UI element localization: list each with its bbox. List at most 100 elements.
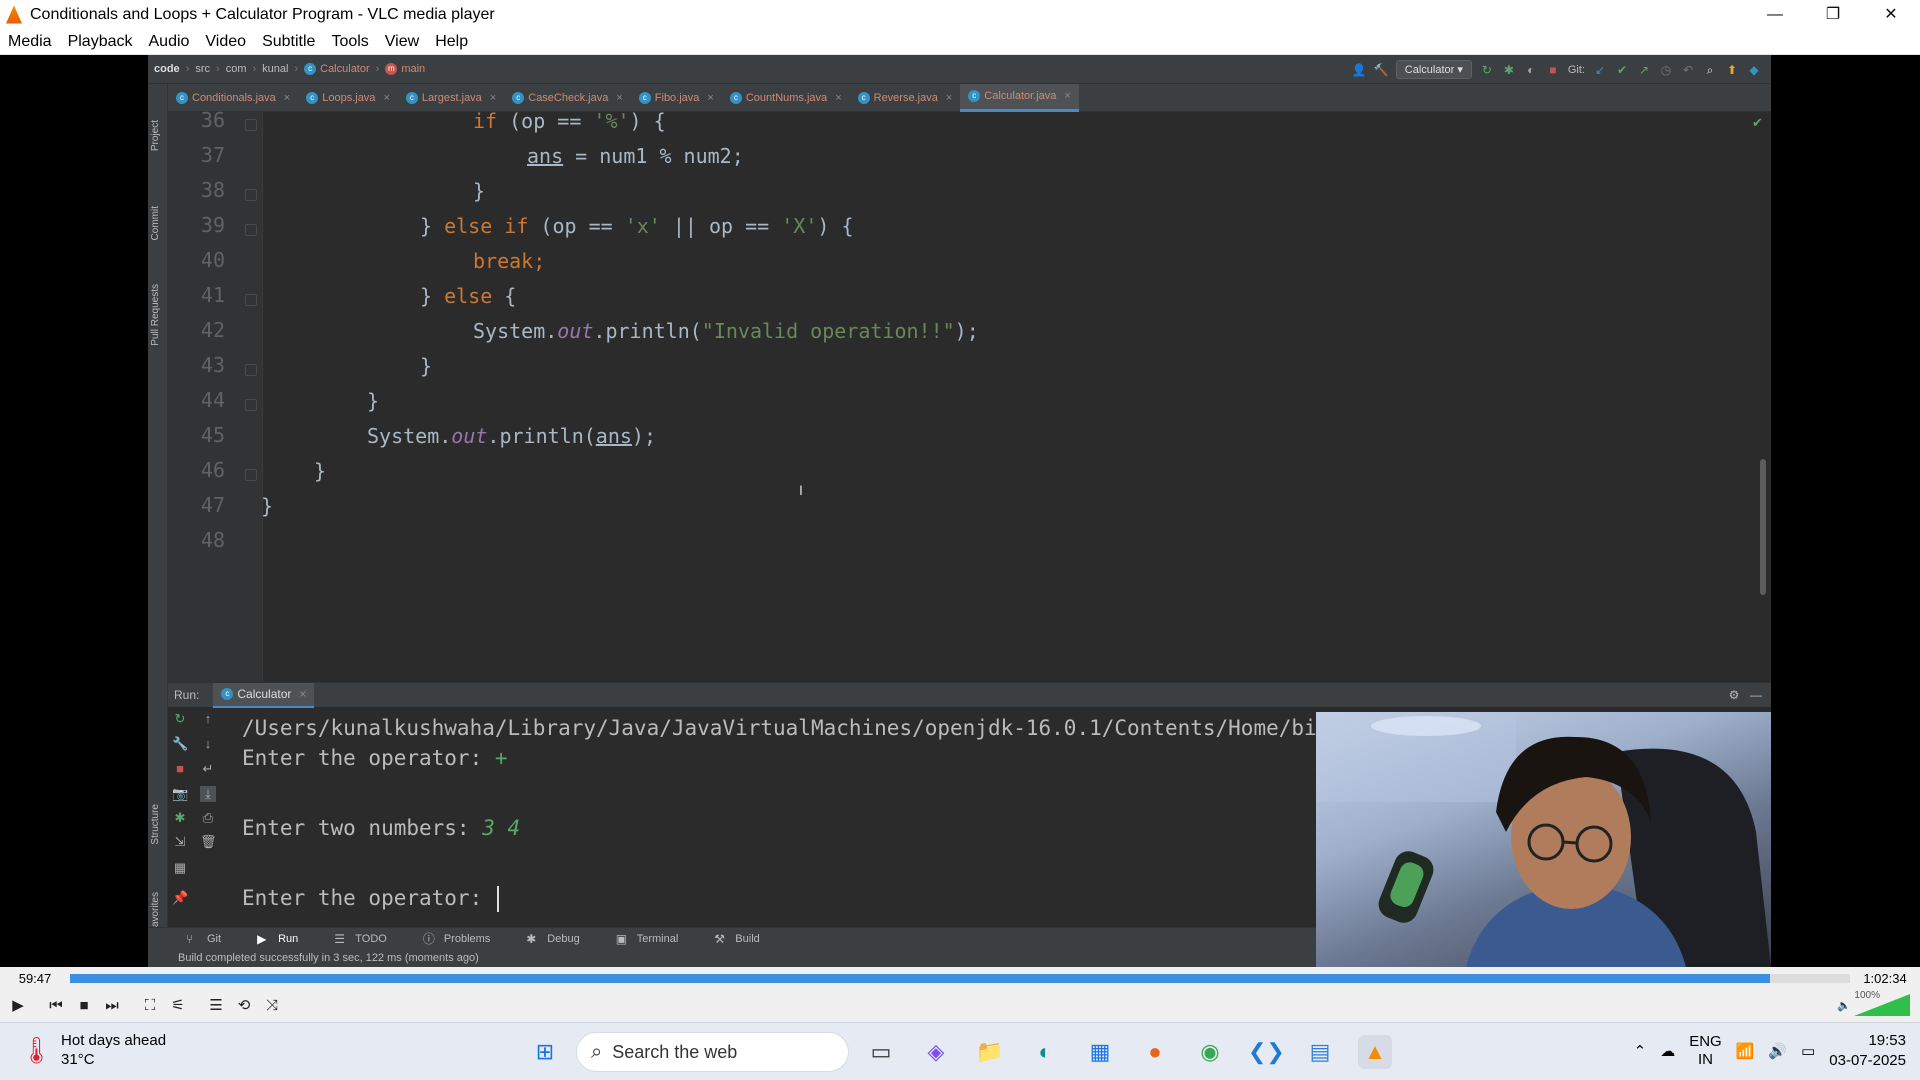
debug-icon[interactable]: ✱ xyxy=(172,810,188,826)
next-button[interactable]: ⏭ xyxy=(100,994,124,1018)
menu-media[interactable]: Media xyxy=(0,33,60,51)
exit-icon[interactable]: ⇲ xyxy=(172,834,188,850)
close-icon[interactable]: × xyxy=(835,92,841,104)
soft-wrap-icon[interactable]: ↵ xyxy=(200,761,216,777)
scroll-to-end-icon[interactable]: ⤓ xyxy=(200,786,216,802)
vlc-taskbar-icon[interactable]: ▲ xyxy=(1358,1035,1392,1069)
breadcrumb-main[interactable]: m main xyxy=(379,63,431,75)
trash-icon[interactable]: 🗑 xyxy=(200,834,217,850)
taskbar-search[interactable]: ⌕ Search the web xyxy=(576,1032,849,1072)
close-icon[interactable]: × xyxy=(946,92,952,104)
tab-calculator[interactable]: c Calculator.java × xyxy=(960,83,1079,112)
code-editor[interactable]: if (op == '%') { ans = num1 % num2; } } … xyxy=(261,109,1771,682)
maximize-button[interactable]: ❐ xyxy=(1804,0,1862,29)
git-update-icon[interactable]: ↙ xyxy=(1593,63,1607,77)
breadcrumb-code[interactable]: code xyxy=(148,63,186,75)
seek-bar[interactable] xyxy=(70,973,1850,983)
breadcrumb-com[interactable]: com xyxy=(220,63,253,75)
tool-git[interactable]: ⑂ Git xyxy=(168,932,239,946)
search-icon[interactable]: ⌕ xyxy=(1703,63,1717,77)
pin-icon[interactable]: 📌 xyxy=(172,890,188,906)
volume-control[interactable]: 🔈 100% xyxy=(1837,990,1910,1016)
user-icon[interactable]: 👤 xyxy=(1352,63,1367,77)
settings-gear-icon[interactable]: ⚙ xyxy=(1727,688,1741,702)
extended-settings-button[interactable]: ⚟ xyxy=(166,994,190,1018)
cloud-icon[interactable]: ☁ xyxy=(1660,1042,1675,1060)
tool-todo[interactable]: ☰ TODO xyxy=(316,932,405,946)
tab-loops[interactable]: c Loops.java × xyxy=(298,84,398,112)
start-button[interactable]: ⊞ xyxy=(528,1035,562,1069)
tool-debug[interactable]: ✱ Debug xyxy=(508,932,597,946)
playlist-button[interactable]: ☰ xyxy=(204,994,228,1018)
fold-marker[interactable] xyxy=(245,364,257,376)
chrome-icon[interactable]: ◉ xyxy=(1193,1035,1227,1069)
breadcrumb-kunal[interactable]: kunal xyxy=(256,63,294,75)
tab-reverse[interactable]: c Reverse.java × xyxy=(850,84,961,112)
run-config-select[interactable]: Calculator ▾ xyxy=(1395,60,1472,79)
menu-view[interactable]: View xyxy=(377,33,427,51)
run-tab-calculator[interactable]: c Calculator × xyxy=(213,682,315,708)
rerun-icon[interactable]: ↻ xyxy=(172,711,188,727)
fold-marker[interactable] xyxy=(245,294,257,306)
fold-marker[interactable] xyxy=(245,399,257,411)
git-push-icon[interactable]: ↗ xyxy=(1637,63,1651,77)
close-icon[interactable]: × xyxy=(299,687,306,701)
weather-widget[interactable]: 🌡 Hot days ahead 31°C xyxy=(20,1031,166,1069)
plugin-icon[interactable]: ◆ xyxy=(1747,63,1761,77)
menu-subtitle[interactable]: Subtitle xyxy=(254,33,323,51)
structure-tool-button[interactable]: Structure xyxy=(150,804,161,845)
previous-button[interactable]: ⏮ xyxy=(44,994,68,1018)
tool-terminal[interactable]: ▣ Terminal xyxy=(598,932,697,946)
minimize-button[interactable]: — xyxy=(1746,0,1804,29)
wrench-icon[interactable]: 🔧 xyxy=(172,736,188,752)
project-tool-button[interactable]: Project xyxy=(150,120,161,151)
stop-button[interactable]: ■ xyxy=(72,994,96,1018)
wifi-icon[interactable]: 📶 xyxy=(1736,1042,1755,1060)
rollback-icon[interactable]: ↶ xyxy=(1681,63,1695,77)
vscode-icon[interactable]: ❮❯ xyxy=(1248,1035,1285,1069)
close-icon[interactable]: × xyxy=(1064,90,1070,102)
tab-conditionals[interactable]: c Conditionals.java × xyxy=(168,84,298,112)
firefox-icon[interactable]: ● xyxy=(1138,1035,1172,1069)
git-commit-icon[interactable]: ✔ xyxy=(1615,63,1629,77)
history-icon[interactable]: ◷ xyxy=(1659,63,1673,77)
up-arrow-icon[interactable]: ↑ xyxy=(200,711,216,726)
tool-problems[interactable]: ⓘ Problems xyxy=(405,932,508,946)
stop-icon[interactable]: ■ xyxy=(1546,63,1560,77)
battery-icon[interactable]: ▭ xyxy=(1801,1042,1815,1060)
fold-marker[interactable] xyxy=(245,189,257,201)
menu-help[interactable]: Help xyxy=(427,33,476,51)
camera-icon[interactable]: 📷 xyxy=(172,786,188,802)
close-button[interactable]: ✕ xyxy=(1862,0,1920,29)
hammer-icon[interactable]: 🔨 xyxy=(1374,63,1389,77)
print-icon[interactable]: ⎙ xyxy=(200,810,216,826)
debug-icon[interactable]: ✱ xyxy=(1502,63,1516,77)
copilot-icon[interactable]: ◈ xyxy=(919,1035,953,1069)
fullscreen-button[interactable]: ⛶ xyxy=(138,994,162,1018)
app-icon[interactable]: ▤ xyxy=(1303,1035,1337,1069)
loop-button[interactable]: ⟲ xyxy=(232,994,256,1018)
fold-marker[interactable] xyxy=(245,224,257,236)
tool-run[interactable]: ▶ Run xyxy=(239,932,316,946)
minimize-panel-icon[interactable]: — xyxy=(1749,688,1763,702)
down-arrow-icon[interactable]: ↓ xyxy=(200,736,216,751)
fold-marker[interactable] xyxy=(245,119,257,131)
tool-build[interactable]: ⚒ Build xyxy=(696,932,777,946)
commit-tool-button[interactable]: Commit xyxy=(150,206,161,240)
close-icon[interactable]: × xyxy=(383,92,389,104)
volume-icon[interactable]: 🔊 xyxy=(1768,1042,1787,1060)
update-icon[interactable]: ⬆ xyxy=(1725,63,1739,77)
edge-browser-icon[interactable]: ◐ xyxy=(1028,1035,1062,1069)
close-icon[interactable]: × xyxy=(284,92,290,104)
shuffle-button[interactable]: ⤨ xyxy=(260,994,284,1018)
pull-requests-tool-button[interactable]: Pull Requests xyxy=(150,284,161,346)
file-explorer-icon[interactable]: 📁 xyxy=(973,1035,1007,1069)
chevron-up-icon[interactable]: ⌃ xyxy=(1634,1042,1647,1060)
tab-countnums[interactable]: c CountNums.java × xyxy=(722,84,850,112)
language-indicator[interactable]: ENG IN xyxy=(1689,1033,1722,1069)
rerun-icon[interactable]: ↻ xyxy=(1480,63,1494,77)
play-button[interactable]: ▶ xyxy=(6,994,30,1018)
menu-playback[interactable]: Playback xyxy=(60,33,141,51)
layout-icon[interactable]: ▦ xyxy=(172,860,188,876)
menu-audio[interactable]: Audio xyxy=(141,33,198,51)
